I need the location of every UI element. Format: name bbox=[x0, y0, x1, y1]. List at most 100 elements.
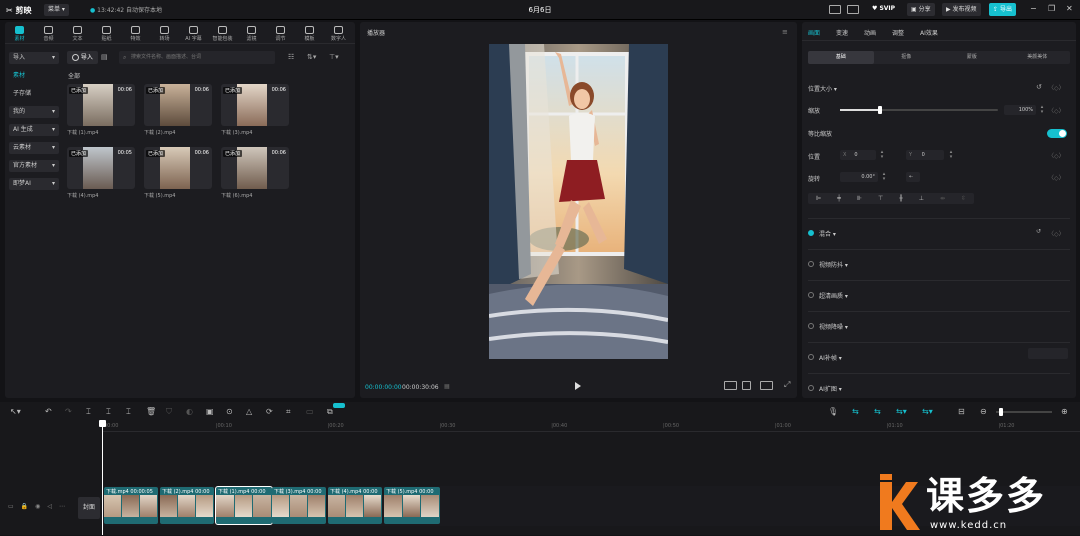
undo-icon[interactable]: ↶ bbox=[45, 407, 52, 416]
player-menu-icon[interactable]: ≡ bbox=[782, 28, 788, 36]
pos-x-stepper[interactable]: ▴ ▾ bbox=[879, 150, 885, 160]
scale-value[interactable]: 100% bbox=[1004, 105, 1036, 115]
section-checkbox[interactable] bbox=[808, 323, 814, 329]
sidebar-item[interactable]: 我的 ▾ bbox=[9, 106, 59, 118]
reverse-icon[interactable]: ⊙ bbox=[226, 407, 233, 416]
share-button[interactable]: ▣ 分享 bbox=[907, 3, 935, 16]
frame-icon[interactable]: ▣ bbox=[206, 407, 214, 416]
position-keyframe-icon[interactable]: 〈◇〉 bbox=[1048, 151, 1065, 160]
cover-button[interactable]: 封面 bbox=[78, 497, 100, 519]
tab-sticker[interactable]: 贴纸 bbox=[92, 24, 121, 42]
align-bottom-icon[interactable]: ⊥ bbox=[919, 195, 924, 202]
pos-y-stepper[interactable]: ▴ ▾ bbox=[948, 150, 954, 160]
section-reset-icon[interactable]: ↺ bbox=[1036, 228, 1041, 235]
rotate-input[interactable]: 0.00° bbox=[840, 172, 878, 182]
tab-avatar[interactable]: 数字人 bbox=[324, 24, 353, 42]
sidebar-item[interactable]: 即梦AI ▾ bbox=[9, 178, 59, 190]
shield-icon[interactable]: ⛉ bbox=[166, 407, 172, 417]
fit-screen-icon[interactable] bbox=[742, 381, 751, 390]
close-icon[interactable]: ✕ bbox=[1066, 4, 1073, 13]
media-thumbnail[interactable]: 已添加 00:06 bbox=[67, 84, 135, 126]
rotate-stepper[interactable]: ▴ ▾ bbox=[881, 172, 887, 182]
media-item[interactable]: 已添加 00:06 下载 (6).mp4 bbox=[221, 147, 289, 199]
align-left-icon[interactable]: ⊫ bbox=[816, 195, 821, 202]
tab-effects[interactable]: 特效 bbox=[121, 24, 150, 42]
export-button[interactable]: ⇪ 导出 bbox=[989, 3, 1016, 16]
flip-icon[interactable]: ⇠ bbox=[906, 172, 920, 182]
maximize-icon[interactable]: ❐ bbox=[1048, 4, 1055, 13]
timeline-clip[interactable]: 下载 (2).mp4 00:00 bbox=[160, 487, 214, 524]
grid-view-icon[interactable]: ☷ bbox=[288, 53, 294, 61]
redo-icon[interactable]: ↷ bbox=[65, 407, 72, 416]
timeline-clip[interactable]: 下载 (3).mp4 00:00 bbox=[272, 487, 326, 524]
sidebar-item[interactable]: 云素材 ▾ bbox=[9, 142, 59, 154]
section-label[interactable]: 视频降噪 ▾ bbox=[819, 322, 848, 331]
section-checkbox[interactable] bbox=[808, 230, 814, 236]
tab-ai-caption[interactable]: AI 字幕 bbox=[179, 24, 208, 42]
fullscreen-icon[interactable]: ⤢ bbox=[784, 380, 790, 390]
split-right-icon[interactable]: ⌶ bbox=[126, 407, 131, 417]
mic-icon[interactable]: 🎙 bbox=[828, 407, 838, 416]
sidebar-item[interactable]: 子存储 bbox=[9, 88, 59, 100]
link-main-icon[interactable]: ⇆ bbox=[852, 407, 859, 416]
zoom-out-icon[interactable]: ⊖ bbox=[980, 407, 987, 416]
ratio-icon[interactable] bbox=[724, 381, 737, 390]
tab-smart-pack[interactable]: 智能包装 bbox=[208, 24, 237, 42]
timeline-clip[interactable]: 下载 (5).mp4 00:00 bbox=[384, 487, 440, 524]
tab-template[interactable]: 模板 bbox=[295, 24, 324, 42]
tab-filter[interactable]: 滤镜 bbox=[237, 24, 266, 42]
playhead[interactable] bbox=[99, 420, 106, 535]
layout-icon[interactable] bbox=[847, 5, 859, 14]
sort-icon[interactable]: ⇅▾ bbox=[307, 53, 316, 61]
section-label[interactable]: 混合 ▾ bbox=[819, 229, 836, 238]
media-item[interactable]: 已添加 00:06 下载 (3).mp4 bbox=[221, 84, 289, 136]
menu-button[interactable]: 菜单 ▾ bbox=[44, 4, 69, 16]
link-audio-icon[interactable]: ⇆ bbox=[874, 407, 881, 416]
align-right-icon[interactable]: ⊪ bbox=[857, 195, 862, 202]
media-thumbnail[interactable]: 已添加 00:05 bbox=[67, 147, 135, 189]
time-ruler[interactable]: 00:00 |00:10 |00:20 |00:30 |00:40 |00:50 |01:0… bbox=[102, 422, 1080, 432]
reset-icon[interactable]: ↺ bbox=[1036, 83, 1042, 91]
keyframe-icon[interactable]: 〈◇〉 bbox=[1048, 83, 1065, 92]
media-thumbnail[interactable]: 已添加 00:06 bbox=[144, 147, 212, 189]
filter-icon[interactable]: ⊤▾ bbox=[329, 53, 339, 61]
publish-button[interactable]: ▶ 发布视频 bbox=[942, 3, 981, 16]
distribute-v-icon[interactable]: ⇳ bbox=[961, 195, 966, 202]
shortcut-icon[interactable] bbox=[829, 5, 841, 14]
split-left-icon[interactable]: ⌶ bbox=[106, 407, 111, 417]
media-item[interactable]: 已添加 00:05 下载 (4).mp4 bbox=[67, 147, 135, 199]
mute-icon[interactable]: ◁ bbox=[47, 503, 52, 510]
tab-transition[interactable]: 转场 bbox=[150, 24, 179, 42]
section-checkbox[interactable] bbox=[808, 354, 814, 360]
fit-timeline-icon[interactable]: ⊟ bbox=[958, 407, 965, 416]
timeline-clip[interactable]: 下载 (1).mp4 00:00 bbox=[215, 486, 273, 525]
media-item[interactable]: 已添加 00:06 下载 (5).mp4 bbox=[144, 147, 212, 199]
tab-audio[interactable]: 音频 bbox=[34, 24, 63, 42]
section-checkbox[interactable] bbox=[808, 292, 814, 298]
align-center-v-icon[interactable]: ╫ bbox=[899, 195, 903, 202]
minimize-icon[interactable]: − bbox=[1030, 4, 1037, 13]
align-center-h-icon[interactable]: ╪ bbox=[837, 195, 841, 202]
timecode-list-icon[interactable]: ▦ bbox=[444, 383, 450, 390]
section-label[interactable]: 视频防抖 ▾ bbox=[819, 260, 848, 269]
props-subtab[interactable]: 蒙版 bbox=[939, 51, 1005, 64]
tab-text[interactable]: 文本 bbox=[63, 24, 92, 42]
section-checkbox[interactable] bbox=[808, 385, 814, 391]
section-label[interactable]: 超清画质 ▾ bbox=[819, 291, 848, 300]
view-toggle-icon[interactable]: ▤ bbox=[101, 53, 108, 61]
magnet-icon[interactable]: ⇆▾ bbox=[896, 407, 907, 416]
section-keyframe-icon[interactable]: 〈◇〉 bbox=[1048, 229, 1065, 238]
tab-adjust[interactable]: 调节 bbox=[266, 24, 295, 42]
scale-slider[interactable] bbox=[840, 106, 998, 114]
preview-axis-icon[interactable]: ⇆▾ bbox=[922, 407, 933, 416]
tab-media[interactable]: 素材 bbox=[5, 24, 34, 42]
props-tab[interactable]: 动画 bbox=[864, 28, 876, 37]
zoom-slider[interactable] bbox=[996, 408, 1052, 416]
props-tab[interactable]: 调整 bbox=[892, 28, 904, 37]
sidebar-item[interactable]: 官方素材 ▾ bbox=[9, 160, 59, 172]
search-input[interactable]: 搜索文件名称、画面描述、台词 bbox=[119, 51, 275, 64]
sidebar-item[interactable]: AI 生成 ▾ bbox=[9, 124, 59, 136]
video-preview[interactable] bbox=[489, 44, 668, 359]
props-subtab[interactable]: 基础 bbox=[808, 51, 874, 64]
ai-edit-icon[interactable]: ▭ bbox=[306, 407, 314, 416]
